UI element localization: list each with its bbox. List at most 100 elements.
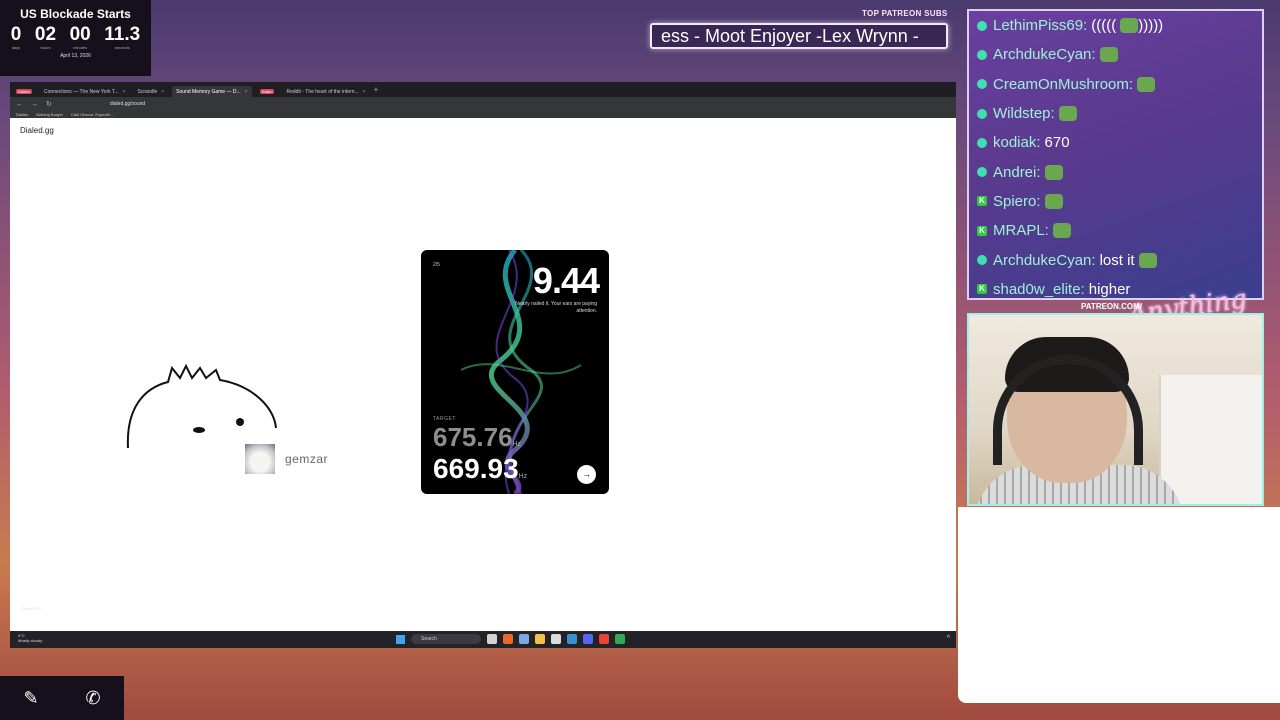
folder-icon[interactable] — [535, 634, 545, 644]
close-tab-icon[interactable]: × — [161, 89, 164, 95]
phone-icon[interactable]: ✆ — [85, 688, 100, 709]
cat-drawing — [126, 363, 277, 448]
app-icon[interactable] — [615, 634, 625, 644]
weather-desc: Mostly cloudy — [18, 638, 43, 643]
chat-message: ArchdukeCyan: lost it — [969, 245, 1262, 274]
bookmark-item[interactable]: Nothing Burger — [36, 112, 63, 117]
emote-icon — [1052, 223, 1071, 239]
player-avatar — [245, 444, 275, 474]
kick-badge-icon: K — [977, 225, 987, 236]
target-unit: Hz — [512, 441, 522, 448]
chat-message: kodiak: 670 — [969, 128, 1262, 157]
forward-icon[interactable]: → — [31, 101, 38, 108]
next-round-button[interactable]: → — [577, 465, 596, 484]
countdown-days-unit: days — [11, 45, 21, 50]
browser-tab[interactable]: Reddit - The heart of the intern... × — [282, 86, 369, 97]
browser-window: Dailies Connections — The New York T... × S… — [10, 82, 956, 648]
site-logo[interactable]: Dialed.gg — [20, 126, 54, 135]
chat-username[interactable]: Spiero: — [993, 193, 1041, 210]
countdown-seconds-unit: seconds — [114, 45, 130, 50]
taskbar-search[interactable]: Search — [411, 634, 481, 644]
chat-message: K Spiero: — [969, 187, 1262, 216]
chat-messages: LethimPiss69:((((( ))))) ArchdukeCyan: Cre… — [969, 11, 1262, 298]
countdown-date: April 13, 2026 — [60, 53, 91, 59]
back-icon[interactable]: ← — [16, 101, 23, 108]
emote-icon — [1044, 193, 1063, 209]
emote-icon — [1120, 18, 1139, 34]
kick-badge-icon: K — [977, 196, 987, 207]
reload-icon[interactable]: ↻ — [46, 100, 52, 108]
browser-tab[interactable]: Dailies — [12, 86, 36, 97]
windows-taskbar: 4°C Mostly cloudy Search ^ — [10, 631, 956, 648]
stream-actions: ✎ ✆ — [0, 676, 124, 720]
user-badge-icon — [977, 167, 987, 178]
user-badge-icon — [977, 49, 987, 60]
app-icon[interactable] — [567, 634, 577, 644]
score-message: Nearly nailed it. Your ears are paying a… — [515, 301, 597, 314]
chat-username[interactable]: shad0w_elite: — [993, 281, 1085, 298]
browser-tab-label: Sound Memory Game — D... — [176, 88, 241, 95]
firefox-icon[interactable] — [503, 634, 513, 644]
countdown-hours-unit: hours — [40, 45, 51, 50]
browser-tab[interactable]: Scrandle × — [134, 86, 169, 97]
browser-tab-label: Dailies — [16, 89, 33, 94]
overlay-blank-panel — [958, 507, 1280, 703]
tray-chevron-icon[interactable]: ^ — [947, 635, 950, 642]
chat-username[interactable]: CreamOnMushroom: — [993, 76, 1133, 93]
countdown-minutes: 00 — [69, 24, 91, 45]
chat-username[interactable]: kodiak: — [993, 134, 1041, 151]
emote-icon — [1138, 252, 1157, 268]
bookmark-item[interactable]: Dailies — [16, 112, 28, 117]
user-badge-icon — [977, 255, 987, 266]
browser-tab[interactable]: Connections — The New York T... × — [40, 86, 130, 97]
countdown-hours: 02 — [34, 24, 57, 45]
pen-icon[interactable]: ✎ — [23, 688, 38, 709]
chat-message: CreamOnMushroom: — [969, 70, 1262, 99]
chat-message: K MRAPL: — [969, 216, 1262, 245]
bookmark-item[interactable]: Clair Obscur: Expediti... — [71, 112, 113, 117]
discord-icon[interactable] — [583, 634, 593, 644]
chat-username[interactable]: Andrei: — [993, 164, 1041, 181]
chat-username[interactable]: Wildstep: — [993, 105, 1055, 122]
player-name: gemzar — [285, 452, 329, 466]
user-badge-icon — [977, 79, 987, 90]
chat-text: ((((( — [1091, 17, 1117, 35]
kick-badge-icon: K — [977, 284, 987, 295]
countdown-days: 0 — [10, 24, 22, 45]
chat-username[interactable]: ArchdukeCyan: — [993, 46, 1096, 63]
emote-icon — [1058, 106, 1077, 122]
browser-tab-label: Scrandle — [137, 88, 158, 95]
bookmarks-bar: Dailies Nothing Burger Clair Obscur: Exp… — [10, 111, 956, 118]
page-footer: Dialed.GG — [22, 606, 41, 611]
chat-username[interactable]: MRAPL: — [993, 222, 1049, 239]
user-badge-icon — [977, 20, 987, 31]
target-frequency-value: 675.76 — [433, 422, 513, 452]
url-field[interactable]: dialed.gg/sound — [110, 101, 145, 107]
weather-widget[interactable]: 4°C Mostly cloudy — [18, 633, 42, 643]
chat-text: ))))) — [1138, 17, 1164, 35]
guess-unit: Hz — [518, 473, 528, 480]
close-tab-icon[interactable]: × — [123, 89, 126, 95]
chat-username[interactable]: ArchdukeCyan: — [993, 252, 1096, 269]
file-explorer-icon[interactable] — [487, 634, 497, 644]
round-counter: 2/5 — [433, 262, 440, 268]
address-bar: ← → ↻ dialed.gg/sound — [10, 97, 956, 111]
app-icon[interactable] — [519, 634, 529, 644]
cam-label: PATREON.COM/ — [1081, 302, 1143, 311]
patreon-subs-ticker: ess - Moot Enjoyer -Lex Wrynn - — [650, 23, 948, 49]
close-tab-icon[interactable]: × — [245, 89, 248, 95]
user-badge-icon — [977, 137, 987, 148]
browser-tab[interactable]: Kalkin — [256, 86, 279, 97]
app-icon[interactable] — [551, 634, 561, 644]
chat-username[interactable]: LethimPiss69: — [993, 17, 1087, 34]
chrome-icon[interactable] — [599, 634, 609, 644]
new-tab-button[interactable]: + — [374, 85, 379, 94]
patreon-subs-label: TOP PATREON SUBS — [862, 9, 948, 18]
round-score: 9.44 — [532, 260, 600, 301]
chat-text: higher — [1088, 280, 1131, 298]
chat-message: Andrei: — [969, 157, 1262, 186]
browser-tab[interactable]: Sound Memory Game — D... × — [172, 86, 252, 97]
browser-tab-label: Reddit - The heart of the intern... — [286, 88, 359, 95]
windows-start-icon[interactable] — [396, 634, 405, 644]
close-tab-icon[interactable]: × — [363, 89, 366, 95]
